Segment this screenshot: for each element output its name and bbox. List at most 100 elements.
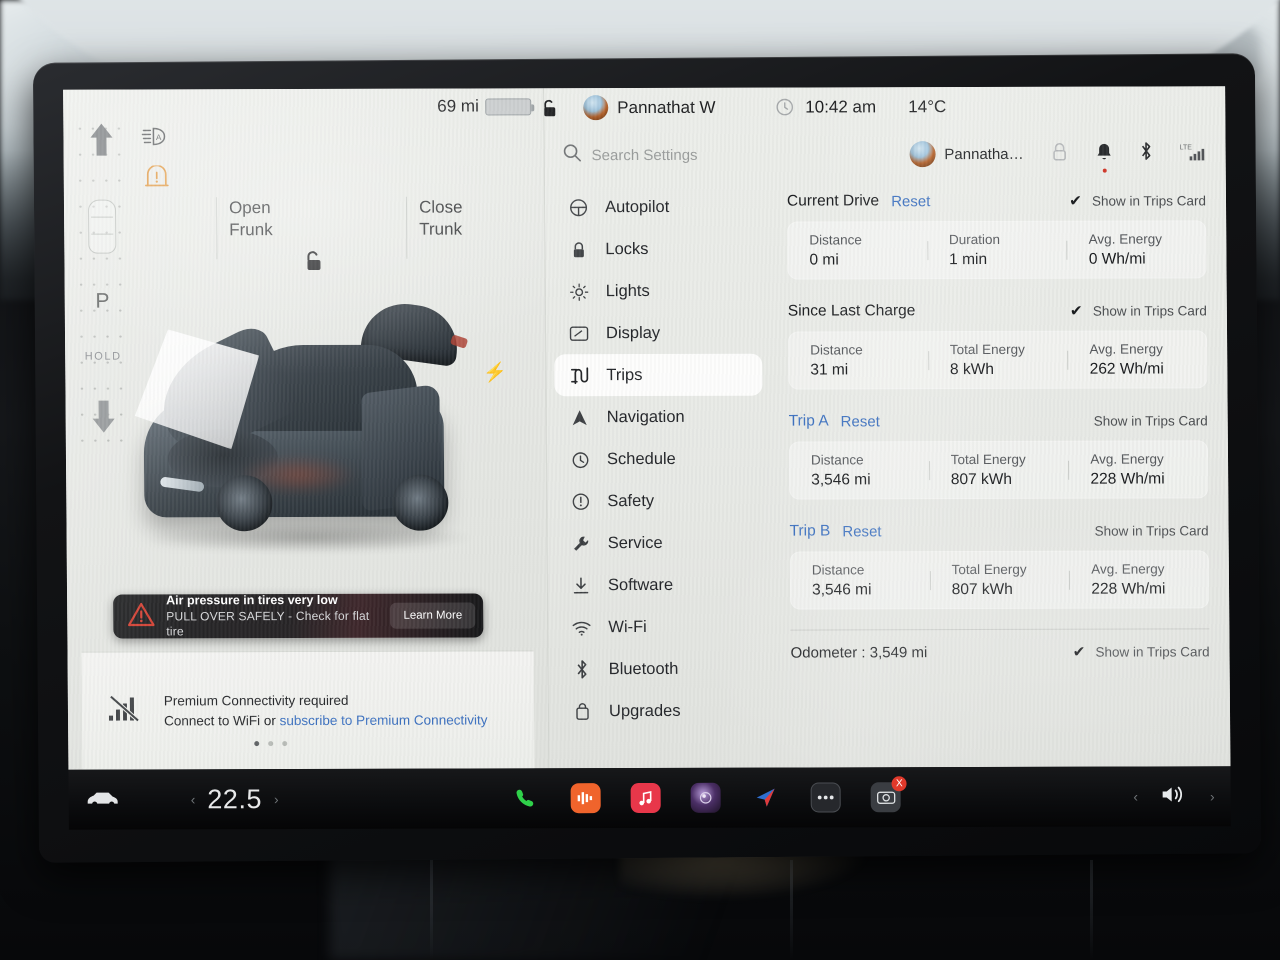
premium-subscribe-link[interactable]: subscribe to Premium Connectivity bbox=[280, 712, 488, 728]
trip-stats-card: Distance 3,546 mi Total Energy 807 kWh A… bbox=[788, 440, 1209, 500]
sidebar-item-label: Software bbox=[607, 575, 674, 594]
trip-a-title[interactable]: Trip A bbox=[789, 412, 829, 430]
sidebar-item-bluetooth[interactable]: Bluetooth bbox=[556, 648, 764, 691]
trunk-button[interactable]: Close Trunk bbox=[405, 196, 463, 259]
phone-icon[interactable] bbox=[511, 783, 541, 813]
cabin-temperature-control[interactable]: ‹ 22.5 › bbox=[191, 784, 279, 815]
notification-bell-icon[interactable] bbox=[1096, 141, 1113, 173]
frunk-action-label: Open bbox=[228, 198, 271, 218]
settings-pane: Search Settings Pannatha… LTE Autopilot … bbox=[543, 86, 1231, 769]
unlock-icon[interactable] bbox=[541, 98, 558, 122]
sidebar-item-schedule[interactable]: Schedule bbox=[555, 438, 763, 481]
dashcam-icon[interactable]: X bbox=[870, 776, 907, 813]
tire-pressure-alert[interactable]: Air pressure in tires very low PULL OVER… bbox=[113, 593, 484, 639]
trip-stat-label: Total Energy bbox=[950, 451, 1026, 467]
sidebar-item-trips[interactable]: Trips bbox=[554, 353, 763, 397]
trip-stat-label: Distance bbox=[810, 341, 863, 358]
page-dot[interactable] bbox=[282, 741, 288, 747]
show-in-trips-card-label: Show in Trips Card bbox=[1094, 522, 1209, 539]
schedule-clock-icon bbox=[569, 450, 591, 469]
tuneln-icon[interactable] bbox=[570, 783, 602, 814]
show-in-trips-card-toggle[interactable]: ✔ Show in Trips Card bbox=[1069, 302, 1207, 320]
dashboard-seam bbox=[1090, 860, 1093, 960]
vehicle-3d-render[interactable] bbox=[105, 278, 527, 569]
search-input[interactable]: Search Settings bbox=[563, 142, 893, 167]
page-dot[interactable] bbox=[268, 741, 274, 747]
reset-trip-a-button[interactable]: Reset bbox=[841, 413, 880, 430]
chevron-right-icon[interactable]: › bbox=[1210, 788, 1215, 804]
trip-stat-cell: Distance 3,546 mi bbox=[790, 562, 930, 599]
music-icon[interactable] bbox=[630, 782, 662, 814]
reset-current-drive-button[interactable]: Reset bbox=[891, 193, 930, 210]
chevron-left-icon[interactable]: ‹ bbox=[1133, 789, 1138, 805]
premium-connectivity-notice: Premium Connectivity required Connect to… bbox=[81, 650, 535, 770]
sidebar-item-wifi[interactable]: Wi-Fi bbox=[556, 606, 764, 649]
trip-stat-label: Avg. Energy bbox=[1090, 450, 1164, 467]
sidebar-item-safety[interactable]: Safety bbox=[555, 480, 763, 523]
trip-stat-value: 262 Wh/mi bbox=[1089, 359, 1164, 378]
odometer-show-in-trips-card-toggle[interactable]: ✔ Show in Trips Card bbox=[1071, 644, 1210, 661]
trip-b-title[interactable]: Trip B bbox=[790, 522, 831, 540]
sidebar-item-upgrades[interactable]: Upgrades bbox=[557, 690, 765, 733]
navigation-arrow-icon bbox=[569, 408, 591, 427]
driver-profile[interactable]: Pannathat W bbox=[583, 95, 716, 121]
safety-alert-icon bbox=[569, 492, 591, 511]
checkmark-icon: ✔ bbox=[1069, 302, 1083, 320]
bluetooth-icon[interactable] bbox=[1139, 140, 1154, 166]
car-icon[interactable] bbox=[85, 787, 121, 812]
outside-temperature: 14°C bbox=[908, 97, 947, 117]
chevron-left-icon[interactable]: ‹ bbox=[191, 791, 196, 807]
page-indicator-dots[interactable] bbox=[254, 741, 288, 747]
trip-stat-label: Total Energy bbox=[951, 561, 1027, 577]
trip-stat-label: Avg. Energy bbox=[1091, 560, 1165, 577]
camera-lens-icon[interactable] bbox=[690, 782, 722, 813]
checkmark-icon: ✔ bbox=[1070, 413, 1085, 428]
show-in-trips-card-label: Show in Trips Card bbox=[1091, 192, 1207, 209]
lock-open-icon[interactable] bbox=[302, 249, 324, 278]
sidebar-item-navigation[interactable]: Navigation bbox=[555, 396, 763, 439]
reset-trip-b-button[interactable]: Reset bbox=[842, 523, 881, 540]
trip-stat-value: 228 Wh/mi bbox=[1091, 579, 1166, 598]
trip-section-title: Since Last Charge bbox=[787, 302, 916, 320]
trip-stat-cell: Distance 31 mi bbox=[788, 342, 928, 379]
trip-stat-value: 0 Wh/mi bbox=[1088, 250, 1146, 268]
sidebar-item-label: Schedule bbox=[606, 449, 676, 468]
sidebar-item-service[interactable]: Service bbox=[556, 522, 764, 565]
page-dot[interactable] bbox=[254, 741, 260, 747]
odometer-value: Odometer : 3,549 mi bbox=[790, 644, 928, 662]
display-icon bbox=[568, 325, 590, 342]
sidebar-item-software[interactable]: Software bbox=[556, 564, 764, 607]
sidebar-item-label: Lights bbox=[605, 281, 650, 300]
trips-road-icon bbox=[568, 366, 590, 385]
warning-triangle-icon bbox=[127, 601, 155, 632]
trip-stat-value: 31 mi bbox=[810, 360, 849, 379]
show-in-trips-card-toggle[interactable]: ✔ Show in Trips Card bbox=[1070, 413, 1208, 428]
frunk-button[interactable]: Open Frunk bbox=[215, 197, 273, 260]
volume-icon[interactable] bbox=[1160, 783, 1188, 810]
trip-stat-cell: Distance 3,546 mi bbox=[789, 452, 929, 489]
trip-stat-cell: Total Energy 8 kWh bbox=[928, 341, 1068, 378]
frunk-target-label: Frunk bbox=[229, 219, 273, 239]
sidebar-item-locks[interactable]: Locks bbox=[553, 228, 761, 271]
sidebar-item-label: Autopilot bbox=[604, 197, 670, 216]
more-apps-icon[interactable] bbox=[810, 782, 842, 813]
show-in-trips-card-toggle[interactable]: ✔ Show in Trips Card bbox=[1068, 192, 1207, 209]
sidebar-item-lights[interactable]: Lights bbox=[554, 270, 762, 313]
premium-connectivity-text: Premium Connectivity required Connect to… bbox=[164, 690, 488, 730]
learn-more-button[interactable]: Learn More bbox=[390, 602, 476, 629]
sidebar-item-autopilot[interactable]: Autopilot bbox=[553, 186, 761, 229]
sidebar-item-label: Bluetooth bbox=[608, 659, 679, 678]
show-in-trips-card-toggle[interactable]: ✔ Show in Trips Card bbox=[1070, 523, 1208, 538]
car-lock-icon[interactable] bbox=[1050, 140, 1070, 167]
settings-profile[interactable]: Pannatha… bbox=[909, 141, 1024, 168]
lte-signal-icon[interactable]: LTE bbox=[1180, 141, 1206, 166]
navigation-app-icon[interactable] bbox=[751, 783, 781, 813]
status-bar: 69 mi Pannathat W 10:42 am 14°C bbox=[63, 86, 1225, 133]
trip-section-header: Current Drive Reset ✔ Show in Trips Card bbox=[787, 186, 1206, 215]
sidebar-item-display[interactable]: Display bbox=[554, 312, 762, 355]
dashboard-seam bbox=[430, 860, 433, 960]
settings-body: Autopilot Locks Lights Display Trips Nav… bbox=[545, 176, 1231, 768]
trip-stats-card: Distance 0 mi Duration 1 min Avg. Energy… bbox=[787, 220, 1207, 280]
show-in-trips-card-label: Show in Trips Card bbox=[1092, 302, 1207, 319]
